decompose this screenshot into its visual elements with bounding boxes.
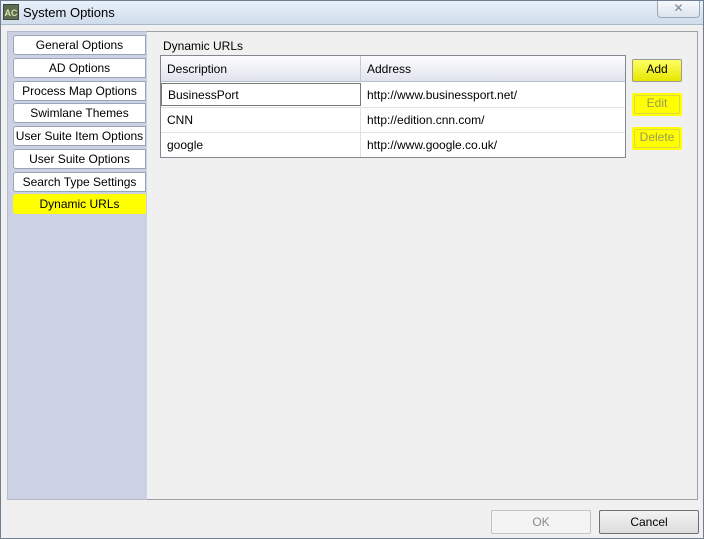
column-header-address[interactable]: Address (361, 56, 625, 82)
window-title: System Options (23, 5, 115, 20)
sidebar-item-process-map-options[interactable]: Process Map Options (13, 81, 146, 101)
table-row[interactable]: BusinessPort http://www.businessport.net… (161, 83, 625, 108)
close-icon: ✕ (673, 1, 684, 15)
title-bar: AC System Options ✕ (1, 1, 703, 25)
options-client-area: General Options AD Options Process Map O… (7, 31, 698, 500)
add-button[interactable]: Add (632, 59, 682, 82)
close-button[interactable]: ✕ (657, 1, 700, 18)
urls-table: Description Address BusinessPort http://… (160, 55, 626, 158)
sidebar-item-dynamic-urls[interactable]: Dynamic URLs (13, 194, 146, 214)
address-cell[interactable]: http://www.google.co.uk/ (361, 133, 625, 157)
column-header-description[interactable]: Description (161, 56, 361, 82)
group-label: Dynamic URLs (163, 39, 244, 53)
description-cell[interactable]: BusinessPort (161, 83, 361, 106)
description-cell[interactable]: google (161, 133, 361, 157)
sidebar-item-swimlane-themes[interactable]: Swimlane Themes (13, 103, 146, 123)
system-options-window: AC System Options ✕ General Options AD O… (0, 0, 704, 539)
sidebar-item-general-options[interactable]: General Options (13, 35, 146, 55)
app-icon: AC (3, 4, 19, 20)
address-cell[interactable]: http://edition.cnn.com/ (361, 108, 625, 132)
add-button-label: Add (646, 62, 668, 76)
edit-button-label: Edit (646, 96, 668, 110)
description-cell[interactable]: CNN (161, 108, 361, 132)
ok-button[interactable]: OK (491, 510, 591, 534)
sidebar-item-user-suite-item-options[interactable]: User Suite Item Options (13, 126, 146, 146)
cancel-button[interactable]: Cancel (599, 510, 699, 534)
sidebar-item-user-suite-options[interactable]: User Suite Options (13, 149, 146, 169)
delete-button-label: Delete (639, 130, 675, 144)
dynamic-urls-panel: Dynamic URLs Description Address Busines… (147, 31, 698, 500)
delete-button[interactable]: Delete (632, 127, 682, 150)
sidebar-item-search-type-settings[interactable]: Search Type Settings (13, 172, 146, 192)
sidebar-item-ad-options[interactable]: AD Options (13, 58, 146, 78)
table-row[interactable]: CNN http://edition.cnn.com/ (161, 108, 625, 133)
address-cell[interactable]: http://www.businessport.net/ (361, 83, 625, 107)
edit-button[interactable]: Edit (632, 93, 682, 116)
table-row[interactable]: google http://www.google.co.uk/ (161, 133, 625, 157)
options-sidebar: General Options AD Options Process Map O… (7, 31, 149, 500)
